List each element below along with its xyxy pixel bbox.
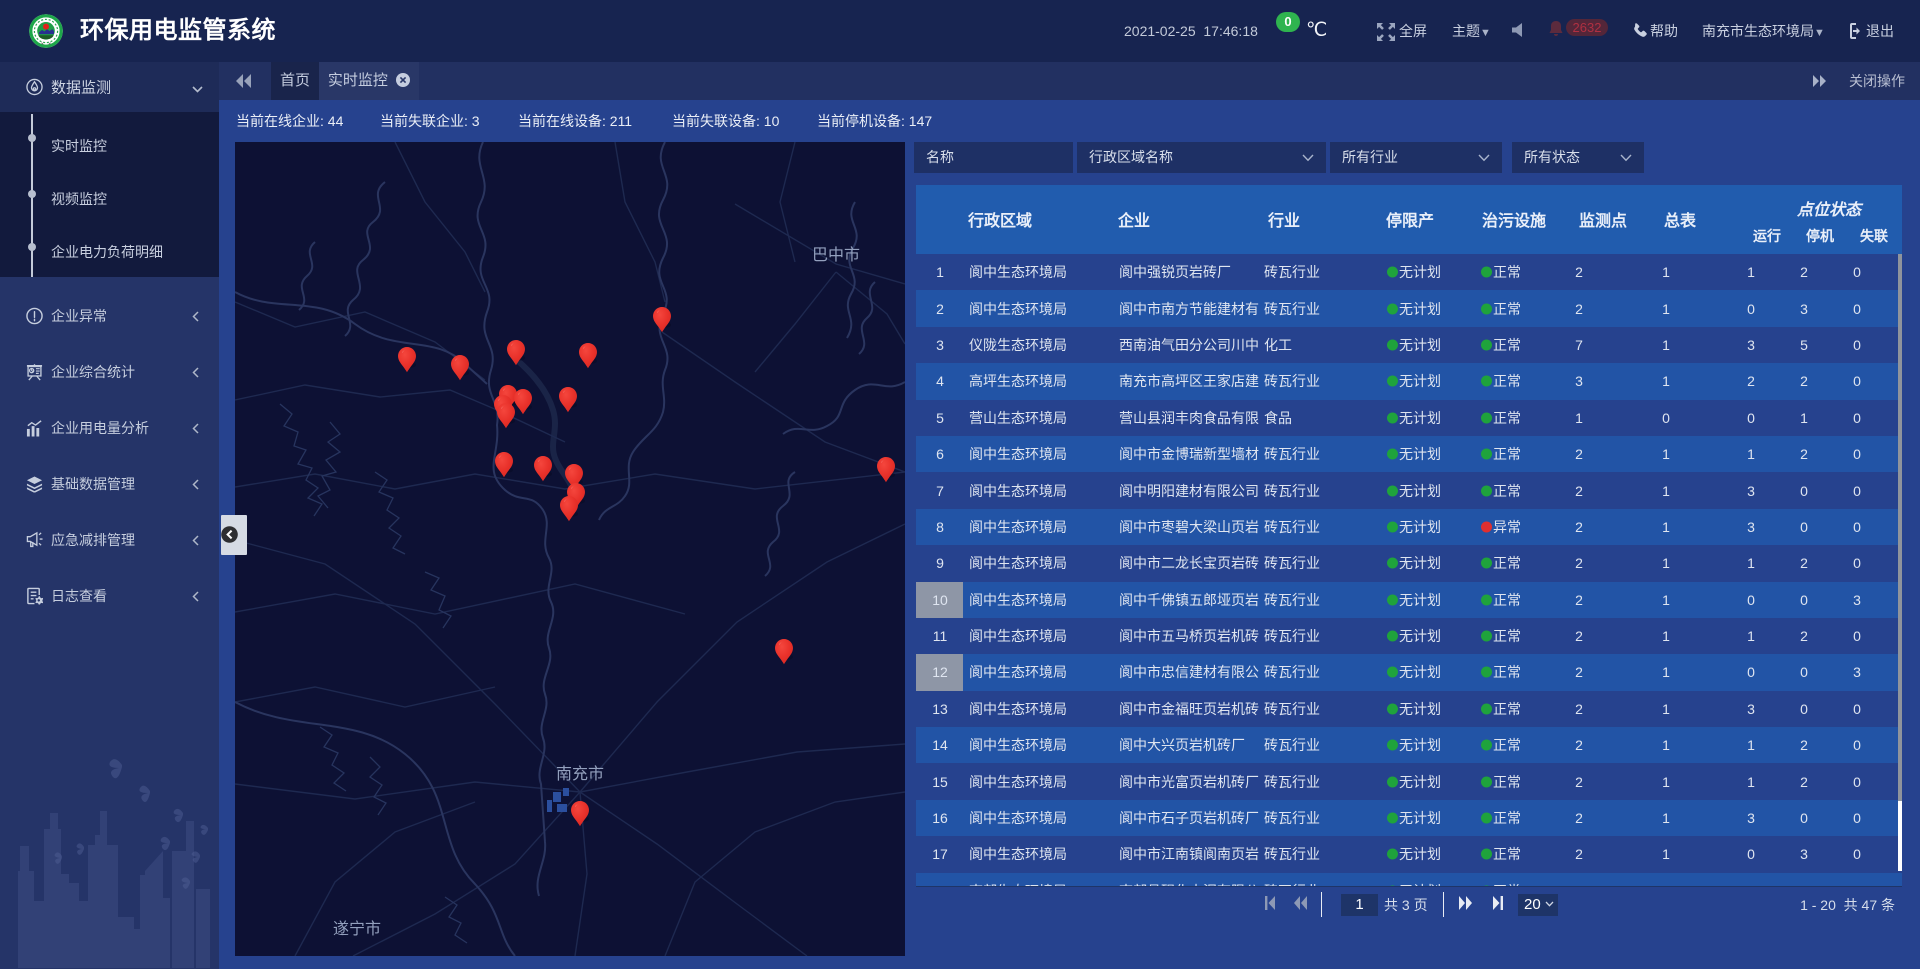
- svg-text:巴中市: 巴中市: [812, 246, 860, 264]
- svg-text:遂宁市: 遂宁市: [333, 920, 381, 938]
- svg-text:南充市: 南充市: [556, 765, 604, 783]
